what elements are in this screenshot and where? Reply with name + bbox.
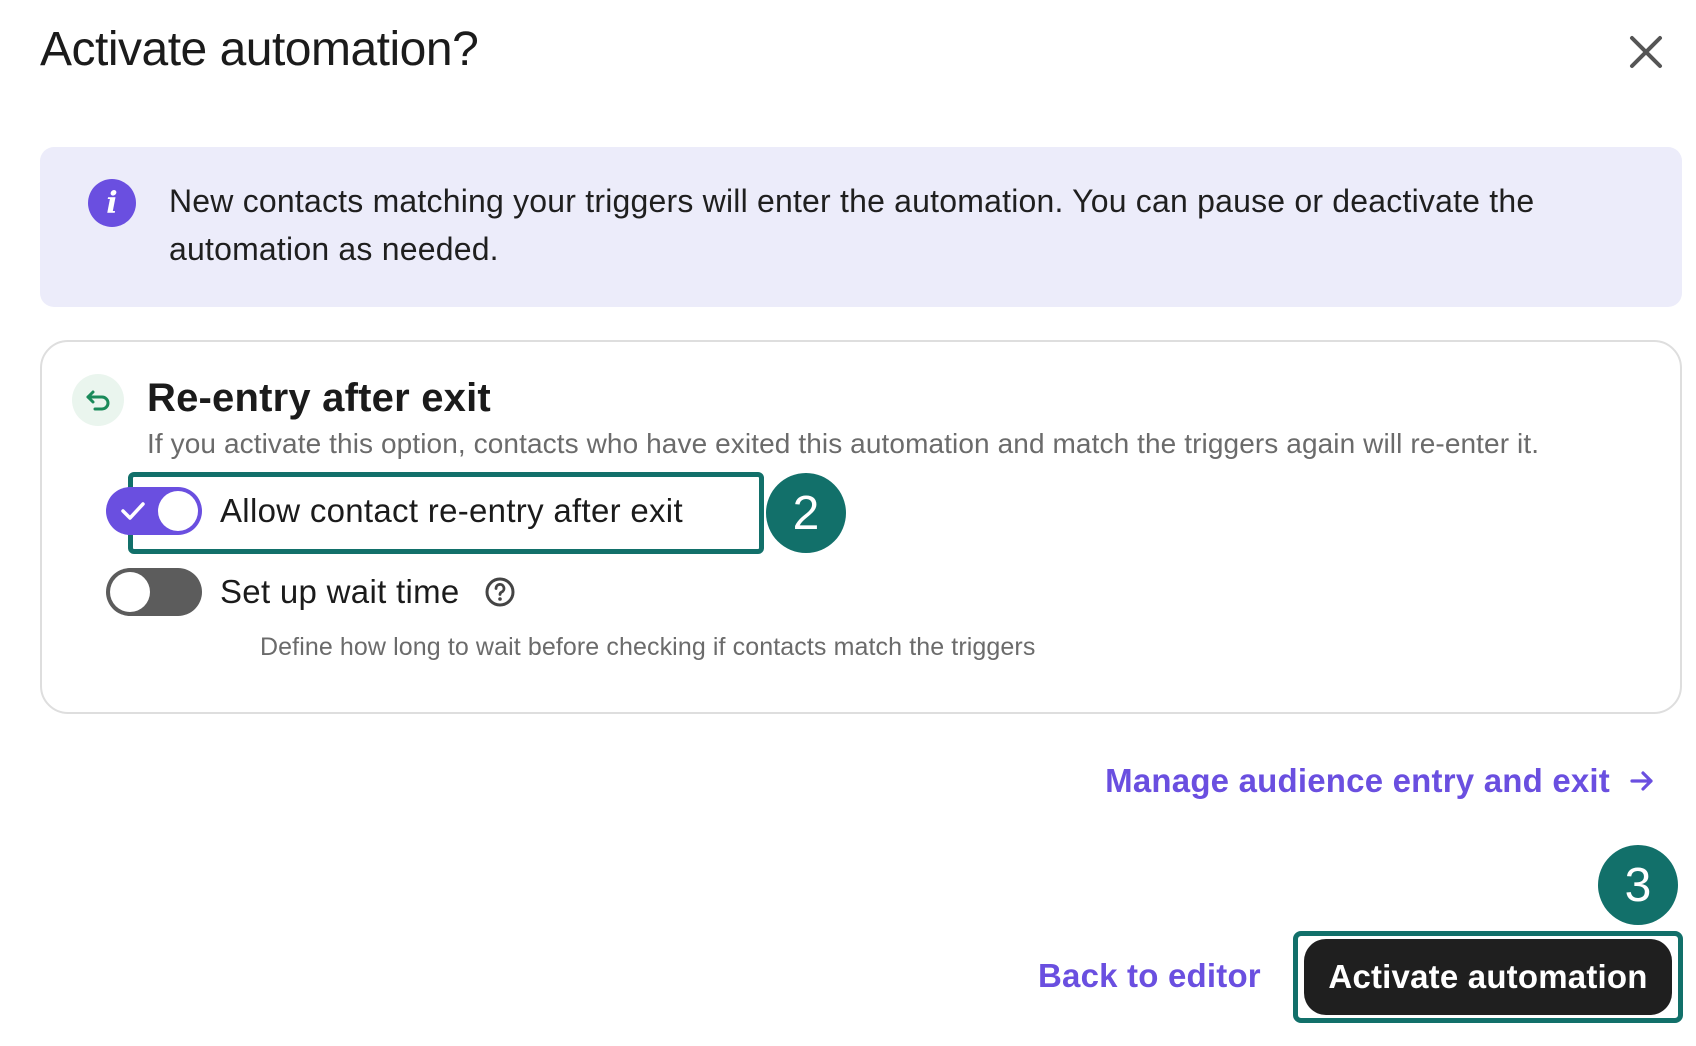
step-3-badge: 3 xyxy=(1598,845,1678,925)
check-icon xyxy=(121,502,145,520)
allow-reentry-label: Allow contact re-entry after exit xyxy=(220,492,683,529)
close-icon xyxy=(1630,36,1662,68)
dialog-title: Activate automation? xyxy=(40,23,479,76)
wait-time-row: Set up wait time xyxy=(106,568,516,616)
close-button[interactable] xyxy=(1620,26,1672,78)
reentry-title: Re-entry after exit xyxy=(147,376,491,420)
toggle-knob xyxy=(158,491,198,531)
allow-reentry-toggle[interactable] xyxy=(106,487,202,535)
manage-audience-label: Manage audience entry and exit xyxy=(1105,762,1610,799)
info-icon: i xyxy=(88,179,136,227)
activate-automation-dialog: Activate automation? i New contacts matc… xyxy=(0,0,1696,1046)
wait-time-hint: Define how long to wait before checking … xyxy=(260,633,1036,661)
wait-time-toggle[interactable] xyxy=(106,568,202,616)
info-text: New contacts matching your triggers will… xyxy=(169,183,1535,267)
step-2-badge: 2 xyxy=(766,473,846,553)
activate-automation-button[interactable]: Activate automation xyxy=(1304,939,1672,1015)
arrow-right-icon xyxy=(1630,771,1653,791)
toggle-knob xyxy=(110,572,150,612)
wait-time-label: Set up wait time xyxy=(220,573,460,610)
reentry-description: If you activate this option, contacts wh… xyxy=(147,428,1540,459)
reentry-arrow-icon xyxy=(72,374,124,426)
manage-audience-link[interactable]: Manage audience entry and exit xyxy=(1105,762,1656,800)
question-circle-icon[interactable] xyxy=(484,576,516,608)
allow-reentry-row: Allow contact re-entry after exit xyxy=(106,487,683,535)
back-to-editor-link[interactable]: Back to editor xyxy=(1038,957,1261,995)
info-banner: i New contacts matching your triggers wi… xyxy=(40,147,1682,307)
